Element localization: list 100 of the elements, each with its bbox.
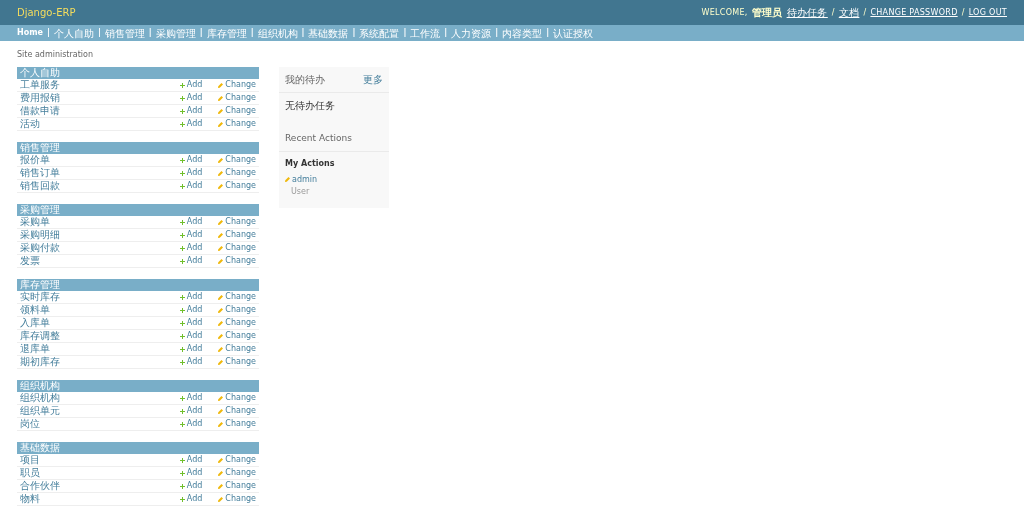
site-brand[interactable]: Django-ERP — [17, 5, 76, 20]
add-link[interactable]: Add — [179, 418, 203, 430]
change-link[interactable]: Change — [218, 330, 256, 342]
change-link[interactable]: Change — [218, 467, 256, 479]
add-link[interactable]: Add — [179, 392, 203, 404]
model-link[interactable]: 项目 — [20, 454, 40, 466]
model-link[interactable]: 组织单元 — [20, 405, 60, 417]
user-link[interactable]: LOG OUT — [968, 6, 1007, 19]
change-link[interactable]: Change — [218, 392, 256, 404]
pencil-icon — [218, 232, 224, 238]
add-link[interactable]: Add — [179, 229, 203, 241]
add-link[interactable]: Add — [179, 92, 203, 104]
change-link[interactable]: Change — [218, 493, 256, 505]
model-link[interactable]: 期初库存 — [20, 356, 60, 368]
add-link[interactable]: Add — [179, 405, 203, 417]
add-link[interactable]: Add — [179, 216, 203, 228]
add-link[interactable]: Add — [179, 493, 203, 505]
change-link[interactable]: Change — [218, 255, 256, 267]
change-link[interactable]: Change — [218, 118, 256, 130]
model-link[interactable]: 借款申请 — [20, 105, 60, 117]
model-link[interactable]: 职员 — [20, 467, 40, 479]
change-link[interactable]: Change — [218, 343, 256, 355]
user-link[interactable]: 文档 — [838, 5, 860, 20]
module-caption: 组织机构 — [17, 380, 259, 392]
change-link[interactable]: Change — [218, 92, 256, 104]
change-link[interactable]: Change — [218, 216, 256, 228]
model-link[interactable]: 物料 — [20, 493, 40, 505]
model-link[interactable]: 采购付款 — [20, 242, 60, 254]
model-link[interactable]: 入库单 — [20, 317, 50, 329]
separator-text: | — [250, 27, 254, 39]
model-link[interactable]: 退库单 — [20, 343, 50, 355]
plus-icon — [179, 258, 185, 264]
add-link[interactable]: Add — [179, 255, 203, 267]
change-link[interactable]: Change — [218, 317, 256, 329]
change-link[interactable]: Change — [218, 180, 256, 192]
plus-icon — [179, 157, 185, 163]
add-link[interactable]: Add — [179, 304, 203, 316]
separator-text: | — [199, 27, 203, 39]
add-link[interactable]: Add — [179, 79, 203, 91]
pencil-icon — [218, 157, 224, 163]
add-link[interactable]: Add — [179, 105, 203, 117]
recent-action-link[interactable]: admin — [279, 173, 389, 186]
add-link[interactable]: Add — [179, 317, 203, 329]
add-link[interactable]: Add — [179, 356, 203, 368]
user-link[interactable]: CHANGE PASSWORD — [870, 6, 958, 19]
model-link[interactable]: 领料单 — [20, 304, 50, 316]
model-link[interactable]: 采购明细 — [20, 229, 60, 241]
add-link[interactable]: Add — [179, 343, 203, 355]
change-link[interactable]: Change — [218, 79, 256, 91]
add-link[interactable]: Add — [179, 154, 203, 166]
more-link[interactable]: 更多 — [363, 72, 383, 87]
plus-icon — [179, 359, 185, 365]
separator-text: / — [863, 6, 867, 19]
model-link[interactable]: 采购单 — [20, 216, 50, 228]
add-link[interactable]: Add — [179, 167, 203, 179]
plus-icon — [179, 496, 185, 502]
plus-icon — [179, 483, 185, 489]
change-link[interactable]: Change — [218, 405, 256, 417]
add-link[interactable]: Add — [179, 480, 203, 492]
module-caption: 销售管理 — [17, 142, 259, 154]
change-link[interactable]: Change — [218, 291, 256, 303]
change-link[interactable]: Change — [218, 480, 256, 492]
plus-icon — [179, 346, 185, 352]
add-link[interactable]: Add — [179, 467, 203, 479]
add-link[interactable]: Add — [179, 330, 203, 342]
module-caption: 采购管理 — [17, 204, 259, 216]
change-link[interactable]: Change — [218, 154, 256, 166]
change-link[interactable]: Change — [218, 242, 256, 254]
add-link[interactable]: Add — [179, 242, 203, 254]
model-link[interactable]: 销售订单 — [20, 167, 60, 179]
change-link[interactable]: Change — [218, 105, 256, 117]
plus-icon — [179, 395, 185, 401]
model-link[interactable]: 工单服务 — [20, 79, 60, 91]
model-link[interactable]: 费用报销 — [20, 92, 60, 104]
add-link[interactable]: Add — [179, 180, 203, 192]
change-link[interactable]: Change — [218, 229, 256, 241]
separator-text: / — [961, 6, 965, 19]
add-link[interactable]: Add — [179, 454, 203, 466]
add-link[interactable]: Add — [179, 118, 203, 130]
change-link[interactable]: Change — [218, 418, 256, 430]
pencil-icon — [218, 457, 224, 463]
model-link[interactable]: 活动 — [20, 118, 40, 130]
change-link[interactable]: Change — [218, 304, 256, 316]
pencil-icon — [218, 359, 224, 365]
separator-text: | — [148, 27, 152, 39]
model-link[interactable]: 发票 — [20, 255, 40, 267]
change-link[interactable]: Change — [218, 454, 256, 466]
change-link[interactable]: Change — [218, 356, 256, 368]
model-link[interactable]: 库存调整 — [20, 330, 60, 342]
separator-text: | — [495, 27, 499, 39]
user-link[interactable]: 待办任务 — [786, 5, 828, 20]
model-link[interactable]: 报价单 — [20, 154, 50, 166]
model-link[interactable]: 实时库存 — [20, 291, 60, 303]
model-link[interactable]: 销售回款 — [20, 180, 60, 192]
model-link[interactable]: 合作伙伴 — [20, 480, 60, 492]
model-link[interactable]: 组织机构 — [20, 392, 60, 404]
model-link[interactable]: 岗位 — [20, 418, 40, 430]
module-caption: 库存管理 — [17, 279, 259, 291]
change-link[interactable]: Change — [218, 167, 256, 179]
add-link[interactable]: Add — [179, 291, 203, 303]
